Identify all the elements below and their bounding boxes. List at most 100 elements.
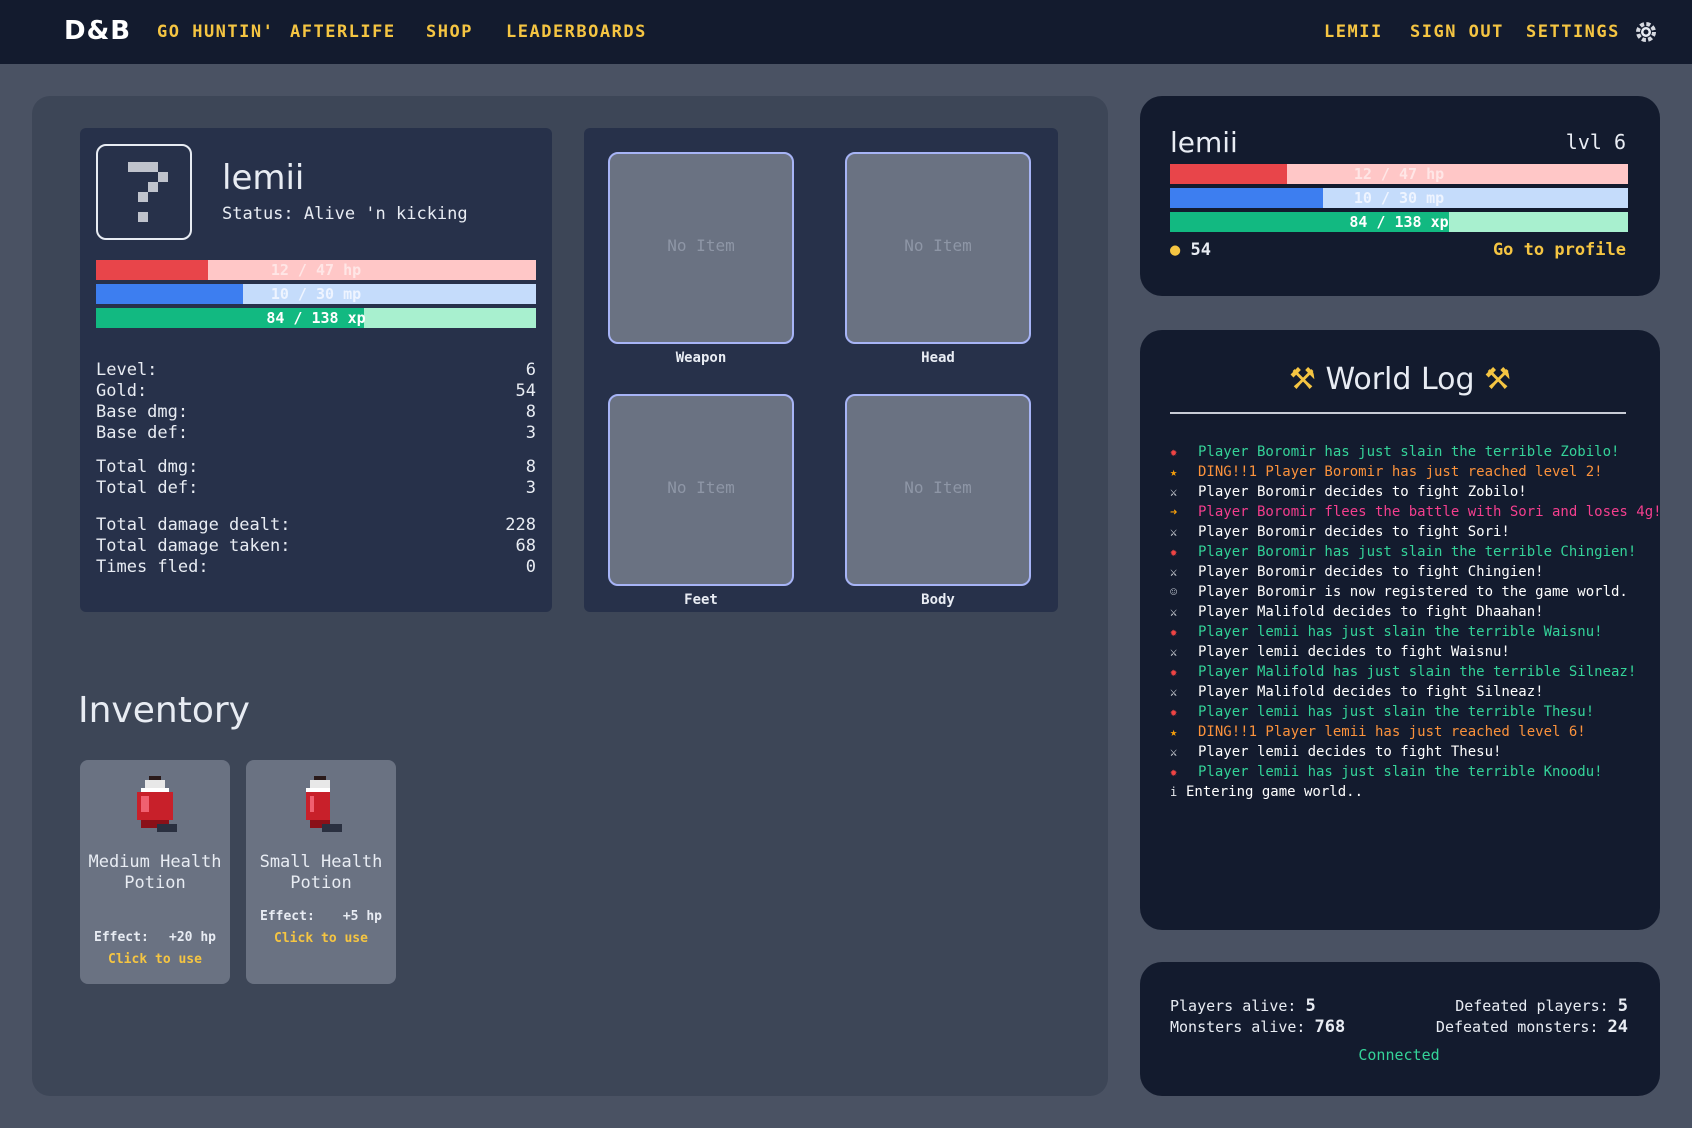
head-slot-empty-text: No Item xyxy=(904,236,972,255)
world-log-entry: ➜ Player Boromir flees the battle with So… xyxy=(1170,502,1662,522)
summary-mp-bar-fill xyxy=(1170,188,1323,208)
world-log-entry: ✹ Player lemii has just slain the terribl… xyxy=(1170,762,1630,782)
world-log-entry-text: Player lemii has just slain the terrible… xyxy=(1198,764,1603,780)
crossed-swords-icon: ⚔ xyxy=(1170,485,1178,499)
world-counters-card: Players alive: 5 Defeated players: 5 Mon… xyxy=(1140,962,1660,1096)
total-stats: Total dmg: 8 Total def: 3 xyxy=(96,457,536,499)
world-log-entry: ★ DING!!1 Player lemii has just reached l… xyxy=(1170,722,1630,742)
xp-bar: 84 / 138 xp xyxy=(96,308,536,328)
inventory-item-name: Medium Health Potion xyxy=(88,852,222,893)
head-slot-label: Head xyxy=(921,350,955,366)
top-navbar: D&B GO HUNTIN' AFTERLIFE SHOP LEADERBOAR… xyxy=(0,0,1692,64)
inventory-title: Inventory xyxy=(78,690,250,731)
world-log-entry: ✹ Player lemii has just slain the terribl… xyxy=(1170,622,1630,642)
feet-slot-label: Feet xyxy=(684,592,718,608)
stat-gold: Gold: 54 xyxy=(96,381,536,401)
mp-text: 10 / 30 mp xyxy=(270,285,362,303)
medium-potion-icon xyxy=(137,776,177,832)
mp-bar: 10 / 30 mp xyxy=(96,284,536,304)
head-slot[interactable]: No Item xyxy=(845,152,1031,344)
nav-profile-lemii[interactable]: LEMII xyxy=(1324,22,1383,42)
summary-mp-text: 10 / 30 mp xyxy=(1353,189,1445,207)
nav-leaderboards[interactable]: LEADERBOARDS xyxy=(506,22,647,42)
small-potion-icon xyxy=(306,776,342,832)
world-log-entry: ⚔ Player Malifold decides to fight Dhaaha… xyxy=(1170,602,1630,622)
world-log-entry: ★ DING!!1 Player Boromir has just reached… xyxy=(1170,462,1630,482)
summary-gold: ● 54 xyxy=(1170,240,1211,260)
equipment-card: No Item Weapon No Item Head No Item Feet… xyxy=(584,128,1058,612)
world-log-entry: ⚔ Player Boromir decides to fight Zobilo! xyxy=(1170,482,1630,502)
mp-bar-fill xyxy=(96,284,243,304)
crossed-swords-icon: ⚔ xyxy=(1170,645,1178,659)
defeated-players: Defeated players: 5 xyxy=(1455,996,1628,1016)
summary-gold-value: 54 xyxy=(1190,240,1211,260)
stat-damage-dealt: Total damage dealt: 228 xyxy=(96,515,536,535)
trophy-icon: ★ xyxy=(1170,465,1178,479)
world-log-entry: ✹ Player Boromir has just slain the terri… xyxy=(1170,542,1636,562)
combat-stats: Total damage dealt: 228 Total damage take… xyxy=(96,515,536,578)
crossed-swords-icon: ⚔ xyxy=(1170,565,1178,579)
world-log-entry: ✹ Player Boromir has just slain the terri… xyxy=(1170,442,1630,462)
connection-status: Connected xyxy=(1358,1046,1440,1064)
world-log-entry-text: Player Boromir decides to fight Chingien… xyxy=(1198,564,1544,580)
use-item-button[interactable]: Click to use xyxy=(80,952,230,967)
world-log-entry-text: Entering game world.. xyxy=(1186,784,1364,800)
world-log-entry: ⚔ Player Boromir decides to fight Chingie… xyxy=(1170,562,1630,582)
world-log-entry-text: Player lemii has just slain the terrible… xyxy=(1198,624,1603,640)
character-card: lemii Status: Alive 'n kicking 12 / 47 h… xyxy=(80,128,552,612)
dwarf-icon: ⚒ xyxy=(1289,362,1316,397)
nav-sign-out[interactable]: SIGN OUT xyxy=(1410,22,1504,42)
world-log-entry: ✹ Player Malifold has just slain the terr… xyxy=(1170,662,1636,682)
world-log-entry: ⚔ Player Malifold decides to fight Silnea… xyxy=(1170,682,1630,702)
weapon-slot-empty-text: No Item xyxy=(667,236,735,255)
world-log-entry-text: DING!!1 Player Boromir has just reached … xyxy=(1198,464,1603,480)
weapon-slot[interactable]: No Item xyxy=(608,152,794,344)
world-log-entry-text: Player Boromir is now registered to the … xyxy=(1198,584,1628,600)
blood-splat-icon: ✹ xyxy=(1170,625,1178,639)
logo[interactable]: D&B xyxy=(64,16,131,46)
counter-row-2: Monsters alive: 768 Defeated monsters: 2… xyxy=(1170,1017,1628,1038)
use-item-button[interactable]: Click to use xyxy=(246,931,396,946)
unknown-avatar-icon xyxy=(128,162,168,222)
world-log-entry-text: Player Boromir has just slain the terrib… xyxy=(1198,444,1620,460)
feet-slot[interactable]: No Item xyxy=(608,394,794,586)
world-log-title: ⚒ World Log ⚒ xyxy=(1140,362,1660,397)
nav-afterlife[interactable]: AFTERLIFE xyxy=(290,22,396,42)
run-icon: ➜ xyxy=(1170,505,1178,519)
stat-times-fled: Times fled: 0 xyxy=(96,557,536,577)
info-icon: i xyxy=(1170,785,1178,799)
gear-icon[interactable] xyxy=(1634,20,1658,44)
summary-mp-bar: 10 / 30 mp xyxy=(1170,188,1628,208)
world-log-entry: ⚔ Player lemii decides to fight Waisnu! xyxy=(1170,642,1630,662)
world-log-list: ✹ Player Boromir has just slain the terri… xyxy=(1170,442,1662,802)
person-icon: ☺ xyxy=(1170,585,1178,599)
monsters-alive: Monsters alive: 768 xyxy=(1170,1017,1346,1037)
inventory-item-small-health-potion[interactable]: Small Health Potion Effect: +5 hp Click t… xyxy=(246,760,396,984)
nav-settings[interactable]: SETTINGS xyxy=(1526,22,1620,42)
inventory-item-medium-health-potion[interactable]: Medium Health Potion Effect: +20 hp Click… xyxy=(80,760,230,984)
world-log-entry: i Entering game world.. xyxy=(1170,782,1630,802)
blood-splat-icon: ✹ xyxy=(1170,445,1178,459)
hp-text: 12 / 47 hp xyxy=(270,261,362,279)
world-log-entry: ☺ Player Boromir is now registered to the… xyxy=(1170,582,1630,602)
world-log-entry-text: Player Malifold has just slain the terri… xyxy=(1198,664,1637,680)
world-log-entry-text: Player Boromir decides to fight Sori! xyxy=(1198,524,1510,540)
crossed-swords-icon: ⚔ xyxy=(1170,685,1178,699)
world-log-entry: ✹ Player lemii has just slain the terribl… xyxy=(1170,702,1630,722)
world-log-card: ⚒ World Log ⚒ ✹ Player Boromir has just s… xyxy=(1140,330,1662,930)
world-log-entry-text: DING!!1 Player lemii has just reached le… xyxy=(1198,724,1586,740)
world-log-entry-text: Player lemii has just slain the terrible… xyxy=(1198,704,1595,720)
summary-hp-bar-fill xyxy=(1170,164,1287,184)
character-status: Status: Alive 'n kicking xyxy=(222,204,468,224)
defeated-monsters: Defeated monsters: 24 xyxy=(1435,1017,1628,1037)
body-slot-label: Body xyxy=(921,592,955,608)
world-log-entry-text: Player Boromir flees the battle with Sor… xyxy=(1198,504,1662,520)
stat-damage-taken: Total damage taken: 68 xyxy=(96,536,536,556)
nav-go-huntin[interactable]: GO HUNTIN' xyxy=(157,22,274,42)
go-to-profile-link[interactable]: Go to profile xyxy=(1493,240,1626,260)
nav-shop[interactable]: SHOP xyxy=(426,22,473,42)
players-alive: Players alive: 5 xyxy=(1170,996,1316,1016)
blood-splat-icon: ✹ xyxy=(1170,545,1178,559)
body-slot[interactable]: No Item xyxy=(845,394,1031,586)
body-slot-empty-text: No Item xyxy=(904,478,972,497)
